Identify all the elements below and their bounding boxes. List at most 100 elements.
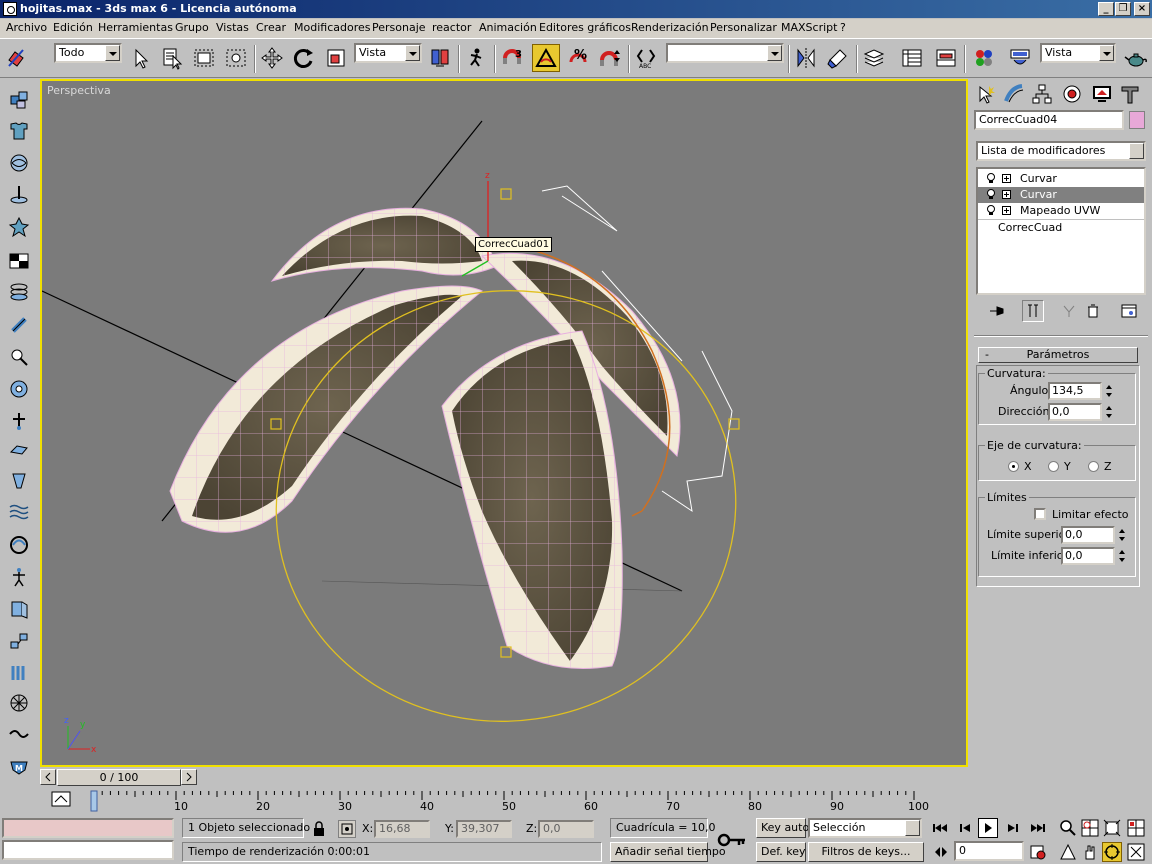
limit-effect-checkbox[interactable] <box>1034 508 1046 520</box>
rectangle-selection-icon[interactable] <box>190 44 218 72</box>
field-of-view-icon[interactable] <box>1058 842 1078 862</box>
selection-set-dropdown[interactable]: Selección <box>808 818 922 838</box>
zoom-extents-all-icon[interactable] <box>1126 818 1146 838</box>
key-mode-toggle-icon[interactable] <box>932 842 952 862</box>
utilities-tab-icon[interactable] <box>1116 81 1144 107</box>
axis-z-radio[interactable] <box>1088 461 1099 472</box>
quick-render-teapot-icon[interactable] <box>1122 44 1150 72</box>
layer-manager-icon[interactable] <box>860 44 888 72</box>
direction-spinner[interactable] <box>1104 403 1114 421</box>
maxscript-listener-field[interactable] <box>2 818 174 838</box>
spring-icon[interactable] <box>6 280 32 306</box>
scale-icon[interactable] <box>322 44 350 72</box>
lightbulb-icon[interactable] <box>986 205 996 216</box>
material-editor-icon[interactable] <box>970 44 998 72</box>
arc-rotate-icon[interactable] <box>1102 842 1122 862</box>
direction-input[interactable]: 0,0 <box>1048 403 1102 421</box>
align-icon[interactable] <box>824 44 852 72</box>
pivot-center-icon[interactable] <box>426 44 454 72</box>
window-crossing-icon[interactable] <box>222 44 250 72</box>
water-icon[interactable] <box>6 468 32 494</box>
menu-crear[interactable]: Crear <box>256 21 286 34</box>
rope-collection-icon[interactable] <box>6 182 32 208</box>
time-configuration-icon[interactable] <box>1028 842 1048 862</box>
mirror-icon[interactable] <box>792 44 820 72</box>
hinge-icon[interactable] <box>6 596 32 622</box>
set-key-mode-icon[interactable] <box>712 820 752 860</box>
deforming-mesh-icon[interactable] <box>6 214 32 240</box>
zoom-icon[interactable] <box>1058 818 1078 838</box>
undo-icon[interactable] <box>2 44 30 72</box>
menu-edicion[interactable]: Edición <box>53 21 93 34</box>
selection-filter-dropdown[interactable]: Todo <box>54 43 122 63</box>
menu-vistas[interactable]: Vistas <box>216 21 249 34</box>
select-manipulate-icon[interactable] <box>462 44 490 72</box>
prismatic-icon[interactable] <box>6 660 32 686</box>
move-icon[interactable] <box>258 44 286 72</box>
fracture-wave-icon[interactable] <box>6 720 32 746</box>
maxscript-output-field[interactable] <box>2 840 174 860</box>
menu-personaje[interactable]: Personaje <box>372 21 426 34</box>
lock-selection-icon[interactable] <box>312 821 326 837</box>
go-to-start-icon[interactable] <box>930 818 950 838</box>
configure-modifier-sets-icon[interactable] <box>1118 301 1140 321</box>
modifier-list-dropdown[interactable]: Lista de modificadores <box>976 141 1146 161</box>
edit-named-selection-icon[interactable]: ABC <box>632 44 660 72</box>
minimize-button[interactable]: _ <box>1098 2 1114 16</box>
modify-tab-icon[interactable] <box>1000 81 1028 107</box>
add-time-tag-button[interactable]: Añadir señal tiempo <box>610 842 726 862</box>
restore-button[interactable]: ❐ <box>1115 2 1131 16</box>
ragdoll-icon[interactable] <box>6 564 32 590</box>
object-color-swatch[interactable] <box>1129 111 1145 129</box>
pan-icon[interactable] <box>1080 842 1100 862</box>
reference-coord-dropdown[interactable]: Vista <box>354 43 422 63</box>
next-frame-icon[interactable] <box>1002 818 1022 838</box>
display-tab-icon[interactable] <box>1088 81 1116 107</box>
menu-personalizar[interactable]: Personalizar <box>710 21 777 34</box>
leaf-mesh-front[interactable] <box>441 330 623 669</box>
rigid-body-collection-icon[interactable] <box>6 86 32 112</box>
spinner-snap-icon[interactable] <box>596 44 624 72</box>
lightbulb-icon[interactable] <box>986 189 996 200</box>
maximize-viewport-icon[interactable] <box>1126 842 1146 862</box>
expand-icon[interactable] <box>1002 190 1011 199</box>
expand-icon[interactable] <box>1002 206 1011 215</box>
percent-snap-icon[interactable]: % <box>564 44 592 72</box>
track-bar[interactable]: 10 20 30 40 50 60 70 80 90 100 <box>40 788 970 814</box>
modifier-stack-item[interactable]: Curvar <box>978 171 1144 187</box>
go-to-end-icon[interactable] <box>1028 818 1048 838</box>
absolute-mode-icon[interactable] <box>338 820 356 838</box>
lightbulb-icon[interactable] <box>986 173 996 184</box>
y-coord-field[interactable]: 39,307 <box>456 820 512 838</box>
zoom-extents-icon[interactable] <box>1102 818 1122 838</box>
modifier-stack-item[interactable]: Mapeado UVW <box>978 203 1144 219</box>
time-slider-thumb[interactable]: 0 / 100 <box>57 769 181 786</box>
leaf-mesh-left[interactable] <box>169 285 483 533</box>
dashpot-icon[interactable] <box>6 312 32 338</box>
menu-reactor[interactable]: reactor <box>432 21 471 34</box>
plane-icon[interactable] <box>6 248 32 274</box>
current-frame-field[interactable]: 0 <box>954 841 1024 861</box>
wind-icon[interactable] <box>6 376 32 402</box>
menu-maxscript[interactable]: MAXScript <box>781 21 837 34</box>
prev-frame-button[interactable] <box>40 769 56 785</box>
menu-animacion[interactable]: Animación <box>479 21 537 34</box>
object-name-field[interactable]: CorrecCuad04 <box>974 110 1124 130</box>
car-wheel-icon[interactable] <box>6 690 32 716</box>
show-end-result-icon[interactable] <box>1022 300 1044 322</box>
cloth-collection-icon[interactable] <box>6 118 32 144</box>
base-object-item[interactable]: CorrecCuad <box>978 219 1144 235</box>
time-slider[interactable]: 0 / 100 <box>40 768 970 788</box>
motor-icon[interactable] <box>6 344 32 370</box>
menu-archivo[interactable]: Archivo <box>6 21 47 34</box>
next-frame-button[interactable] <box>181 769 197 785</box>
named-selection-dropdown[interactable] <box>666 43 784 63</box>
motion-tab-icon[interactable] <box>1058 81 1086 107</box>
app-icon[interactable] <box>3 2 17 16</box>
close-button[interactable]: × <box>1134 2 1150 16</box>
perspective-viewport[interactable]: x z y z Perspectiva CorrecCuad01 <box>40 79 968 767</box>
lower-limit-input[interactable]: 0,0 <box>1061 547 1115 565</box>
expand-icon[interactable] <box>1002 174 1011 183</box>
zoom-all-icon[interactable] <box>1080 818 1100 838</box>
water-waves-icon[interactable] <box>6 498 32 524</box>
